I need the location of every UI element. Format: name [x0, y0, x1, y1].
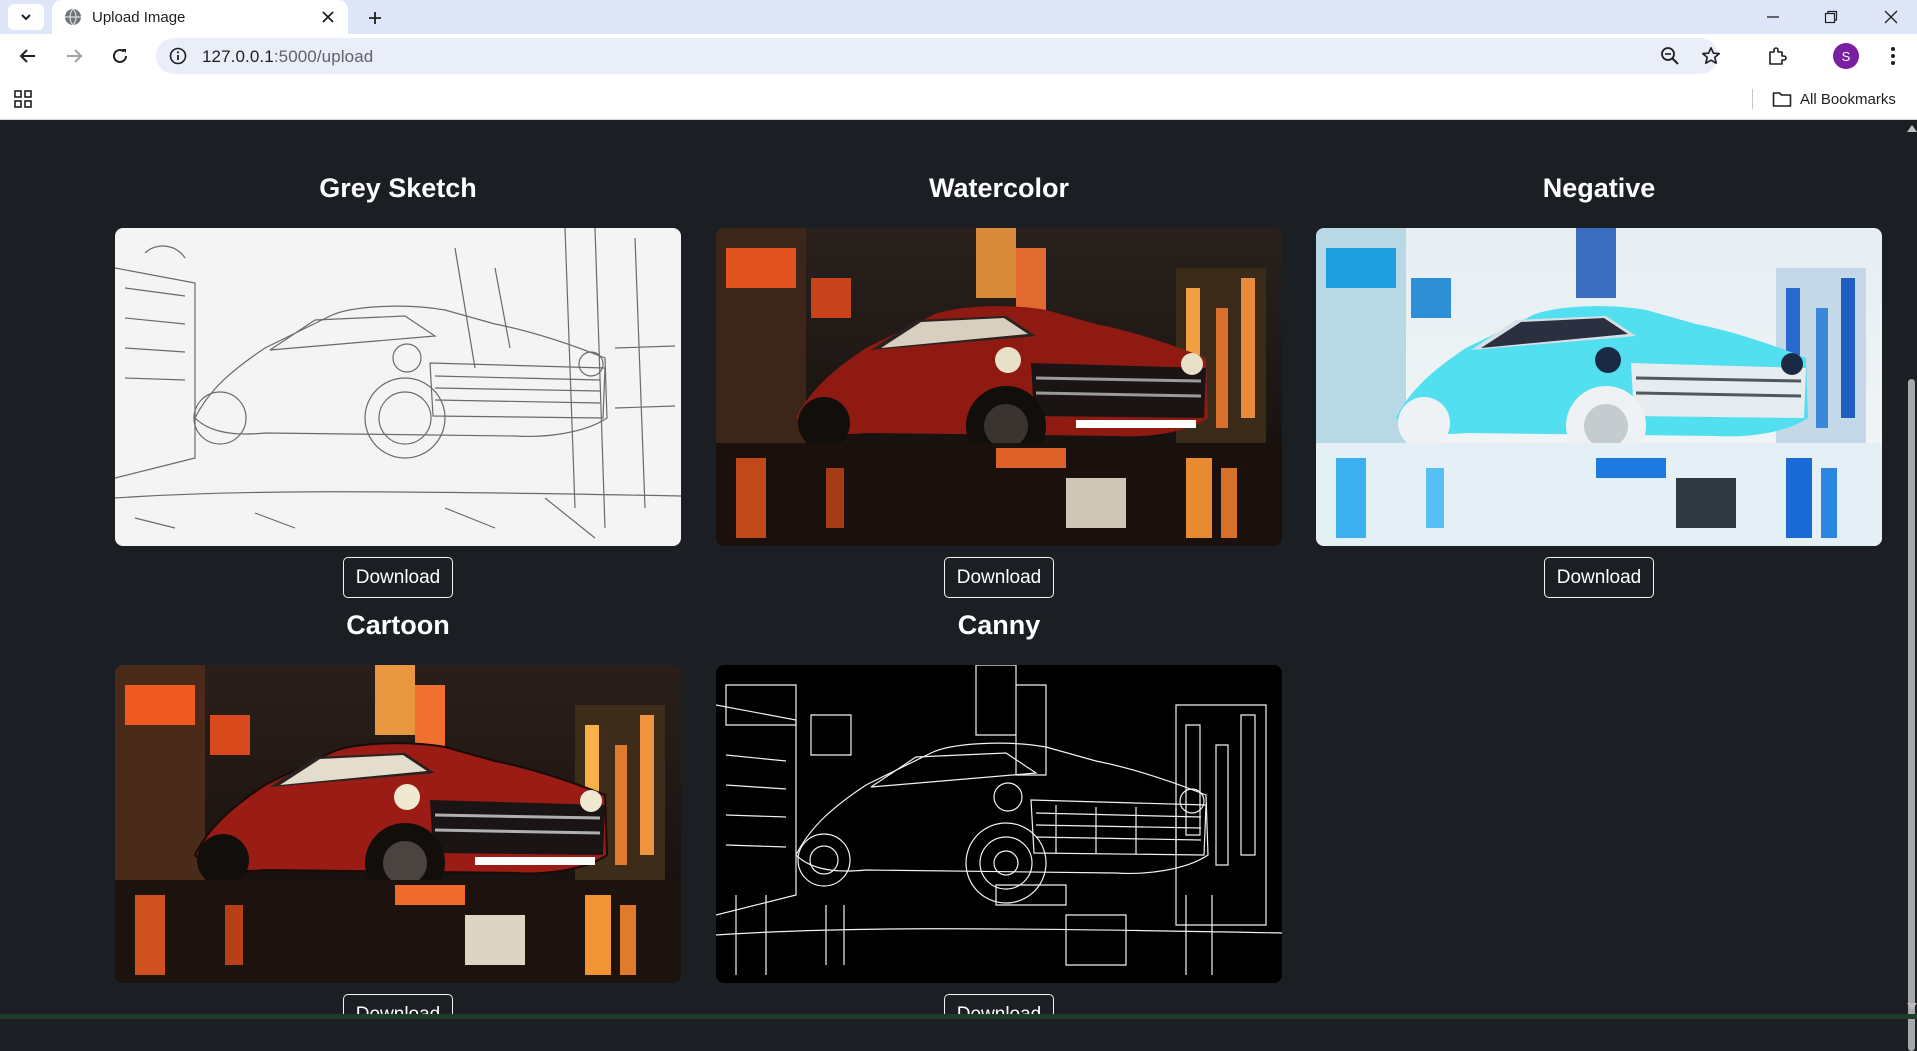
taskbar-edge [0, 1014, 1917, 1019]
filter-card-cartoon: Cartoon Download [115, 607, 681, 1014]
url-path: :5000/upload [273, 47, 374, 66]
filter-title: Cartoon [346, 610, 450, 640]
back-arrow-icon[interactable] [13, 41, 43, 71]
apps-grid-icon[interactable] [10, 87, 36, 111]
site-info-icon[interactable] [166, 44, 190, 68]
download-button[interactable]: Download [943, 557, 1055, 598]
page-scrollbar[interactable] [1906, 121, 1917, 1051]
grey-sketch-image [115, 228, 681, 546]
browser-menu-kebab-icon[interactable] [1878, 41, 1908, 71]
minimize-window-icon[interactable] [1750, 0, 1796, 34]
scroll-up-arrow-icon[interactable] [1907, 125, 1917, 132]
filter-card-canny: Canny Download [716, 607, 1282, 1014]
browser-tabstrip: Upload Image [0, 0, 1917, 34]
tab-search-chevron-icon[interactable] [8, 4, 44, 30]
filter-title: Grey Sketch [319, 173, 477, 203]
bookmark-star-icon[interactable] [1699, 44, 1723, 68]
tab-title: Upload Image [92, 9, 186, 26]
all-bookmarks-label: All Bookmarks [1800, 90, 1896, 108]
filter-card-negative: Negative Download [1316, 170, 1882, 598]
globe-icon [65, 8, 81, 26]
filter-title: Canny [957, 610, 1041, 640]
negative-image [1316, 228, 1882, 546]
profile-initial: S [1833, 43, 1859, 69]
close-window-icon[interactable] [1868, 0, 1914, 34]
address-bar[interactable]: 127.0.0.1:5000/upload [156, 38, 1720, 74]
scrollbar-thumb[interactable] [1908, 379, 1915, 1051]
new-tab-plus-icon[interactable] [362, 5, 388, 31]
url-text[interactable]: 127.0.0.1:5000/upload [202, 47, 373, 67]
download-button[interactable]: Download [342, 557, 454, 598]
filter-title: Negative [1542, 173, 1656, 203]
download-button[interactable]: Download [1543, 557, 1655, 598]
extensions-puzzle-icon[interactable] [1762, 41, 1792, 71]
filter-card-watercolor: Watercolor Download [716, 170, 1282, 598]
download-button[interactable]: Download [342, 994, 454, 1014]
close-tab-icon[interactable] [317, 6, 339, 28]
profile-avatar[interactable]: S [1831, 41, 1861, 71]
all-bookmarks-button[interactable]: All Bookmarks [1772, 87, 1896, 111]
restore-window-icon[interactable] [1808, 0, 1854, 34]
filter-card-grey-sketch: Grey Sketch Download [115, 170, 681, 598]
browser-toolbar: 127.0.0.1:5000/upload S [0, 34, 1917, 78]
canny-image [716, 665, 1282, 983]
scroll-down-arrow-icon[interactable] [1907, 1003, 1917, 1010]
reload-icon[interactable] [105, 41, 135, 71]
forward-arrow-icon[interactable] [59, 41, 89, 71]
filter-title: Watercolor [928, 173, 1070, 203]
cartoon-image [115, 665, 681, 983]
bookmarks-bar: All Bookmarks [0, 78, 1917, 120]
bookmarks-separator [1752, 89, 1753, 109]
download-button[interactable]: Download [943, 994, 1055, 1014]
watercolor-image [716, 228, 1282, 546]
zoom-icon[interactable] [1658, 44, 1682, 68]
page-viewport: Grey Sketch Download Watercolor Download… [0, 121, 1906, 1014]
url-host: 127.0.0.1 [202, 47, 274, 66]
browser-tab-active[interactable]: Upload Image [52, 0, 348, 34]
folder-icon [1772, 92, 1792, 107]
